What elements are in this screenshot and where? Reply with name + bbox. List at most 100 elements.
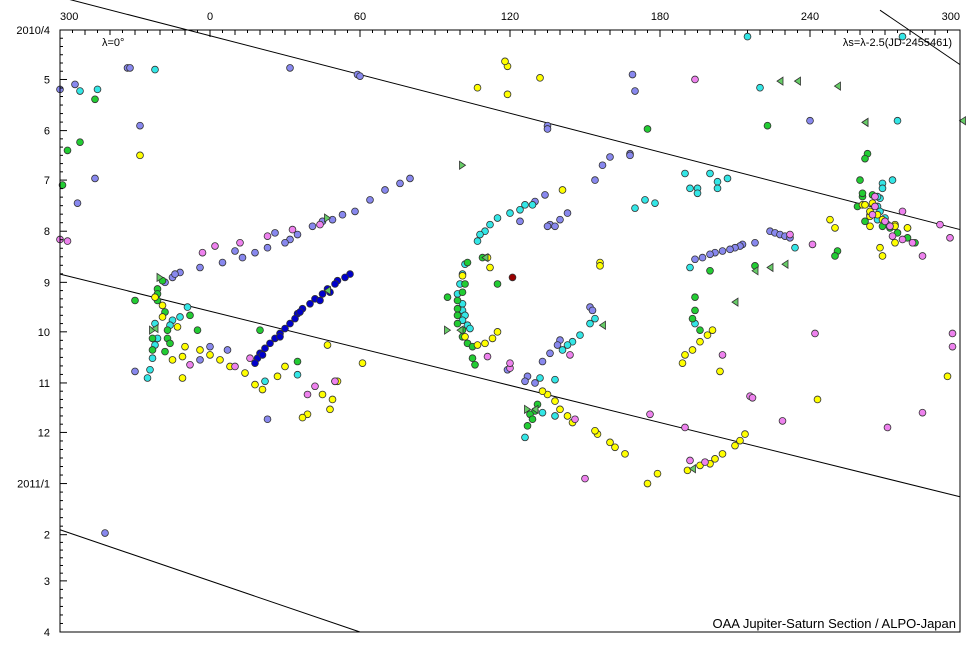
spot-marker	[131, 296, 139, 305]
spot-marker	[813, 395, 822, 404]
spot-marker	[521, 377, 529, 386]
spot-marker	[76, 138, 84, 146]
spot-marker	[306, 299, 314, 308]
spot-marker	[606, 438, 614, 447]
x-tick-label: 300	[942, 11, 960, 23]
spot-marker	[178, 374, 187, 382]
spot-marker	[493, 280, 502, 288]
spot-marker	[918, 408, 927, 417]
y-tick-label: 6	[44, 126, 50, 138]
spot-marker	[168, 356, 177, 364]
spot-marker	[566, 351, 574, 359]
spot-marker	[453, 311, 462, 320]
spot-marker	[546, 349, 554, 358]
spot-marker	[751, 238, 759, 247]
spot-marker	[341, 273, 349, 282]
spot-marker	[523, 422, 532, 430]
spot-marker	[701, 458, 709, 466]
x-tick-label: 180	[651, 11, 669, 23]
spot-marker	[63, 146, 72, 155]
y-axis-ticks: 2010/4 5 6 7 8 9 10 11 12 2011/1 2 3 4	[16, 25, 67, 639]
spot-marker	[516, 217, 524, 226]
spot-marker	[443, 293, 452, 301]
spot-marker	[93, 85, 102, 94]
spot-marker	[328, 395, 337, 404]
credit-label: OAA Jupiter-Saturn Section / ALPO-Japan	[712, 616, 956, 631]
spot-marker	[303, 390, 312, 399]
spot-marker	[261, 377, 269, 386]
y-tick-label: 10	[38, 327, 50, 339]
spot-marker	[898, 235, 907, 244]
spot-marker	[686, 263, 694, 272]
spot-marker	[186, 361, 194, 369]
spot-marker	[556, 215, 564, 224]
spot-marker	[543, 125, 552, 133]
spot-marker	[703, 331, 712, 339]
triangle-marker	[781, 259, 789, 269]
spot-marker	[748, 393, 757, 402]
spot-marker	[651, 199, 659, 207]
spot-marker	[458, 271, 467, 280]
spot-marker	[563, 209, 572, 217]
spot-marker	[151, 293, 159, 301]
spot-marker	[163, 326, 172, 334]
spot-marker	[193, 326, 202, 334]
spot-marker	[878, 184, 887, 193]
triangle-marker	[731, 297, 739, 307]
spot-marker	[161, 347, 169, 356]
spot-marker	[338, 210, 347, 219]
spot-marker	[831, 224, 839, 232]
lambda-s-formula-label: λs=λ-2.5(JD-2455461)	[843, 37, 952, 49]
spot-marker	[786, 230, 794, 239]
spot-marker	[586, 319, 594, 328]
triangle-marker	[766, 262, 774, 273]
spot-marker	[308, 222, 317, 231]
spot-marker	[461, 280, 469, 288]
spot-marker	[831, 252, 839, 260]
spot-marker	[646, 410, 654, 419]
spot-marker	[946, 234, 954, 242]
spot-marker	[316, 220, 324, 229]
spot-marker	[686, 184, 694, 193]
spot-marker	[148, 346, 157, 354]
spot-marker	[713, 184, 722, 193]
spot-marker	[143, 374, 152, 382]
spot-marker	[543, 222, 552, 231]
spot-marker	[718, 351, 727, 359]
spot-marker	[196, 356, 204, 364]
spot-marker	[356, 72, 364, 80]
y-tick-label: 12	[38, 427, 50, 439]
spot-marker	[713, 177, 722, 186]
triangle-marker	[793, 76, 801, 86]
spot-marker	[206, 351, 214, 359]
spot-marker	[756, 83, 764, 92]
spot-marker	[488, 334, 497, 343]
spot-marker	[631, 87, 639, 95]
triangle-marker	[459, 160, 467, 170]
spot-marker	[538, 357, 547, 366]
spot-marker	[551, 375, 559, 384]
spot-marker	[551, 412, 559, 420]
spot-marker	[501, 57, 509, 66]
spot-marker	[681, 423, 689, 432]
spot-marker	[258, 351, 267, 359]
spot-marker	[948, 342, 957, 351]
spot-marker	[148, 334, 157, 343]
spot-marker	[861, 154, 869, 163]
drift-guide-line	[59, 529, 361, 633]
spot-marker	[706, 266, 714, 275]
spot-marker	[136, 151, 144, 160]
y-tick-label: 2010/4	[16, 25, 50, 37]
spot-marker	[196, 346, 204, 354]
spot-marker	[476, 230, 484, 239]
spot-marker	[486, 220, 494, 229]
spot-marker	[276, 332, 284, 341]
spot-marker	[731, 441, 739, 450]
spot-marker	[483, 352, 492, 361]
spot-marker	[236, 238, 244, 247]
spot-marker	[493, 214, 502, 222]
spot-marker	[178, 352, 187, 361]
spot-marker	[136, 121, 144, 130]
spot-marker	[606, 153, 614, 161]
spot-marker	[871, 192, 879, 201]
